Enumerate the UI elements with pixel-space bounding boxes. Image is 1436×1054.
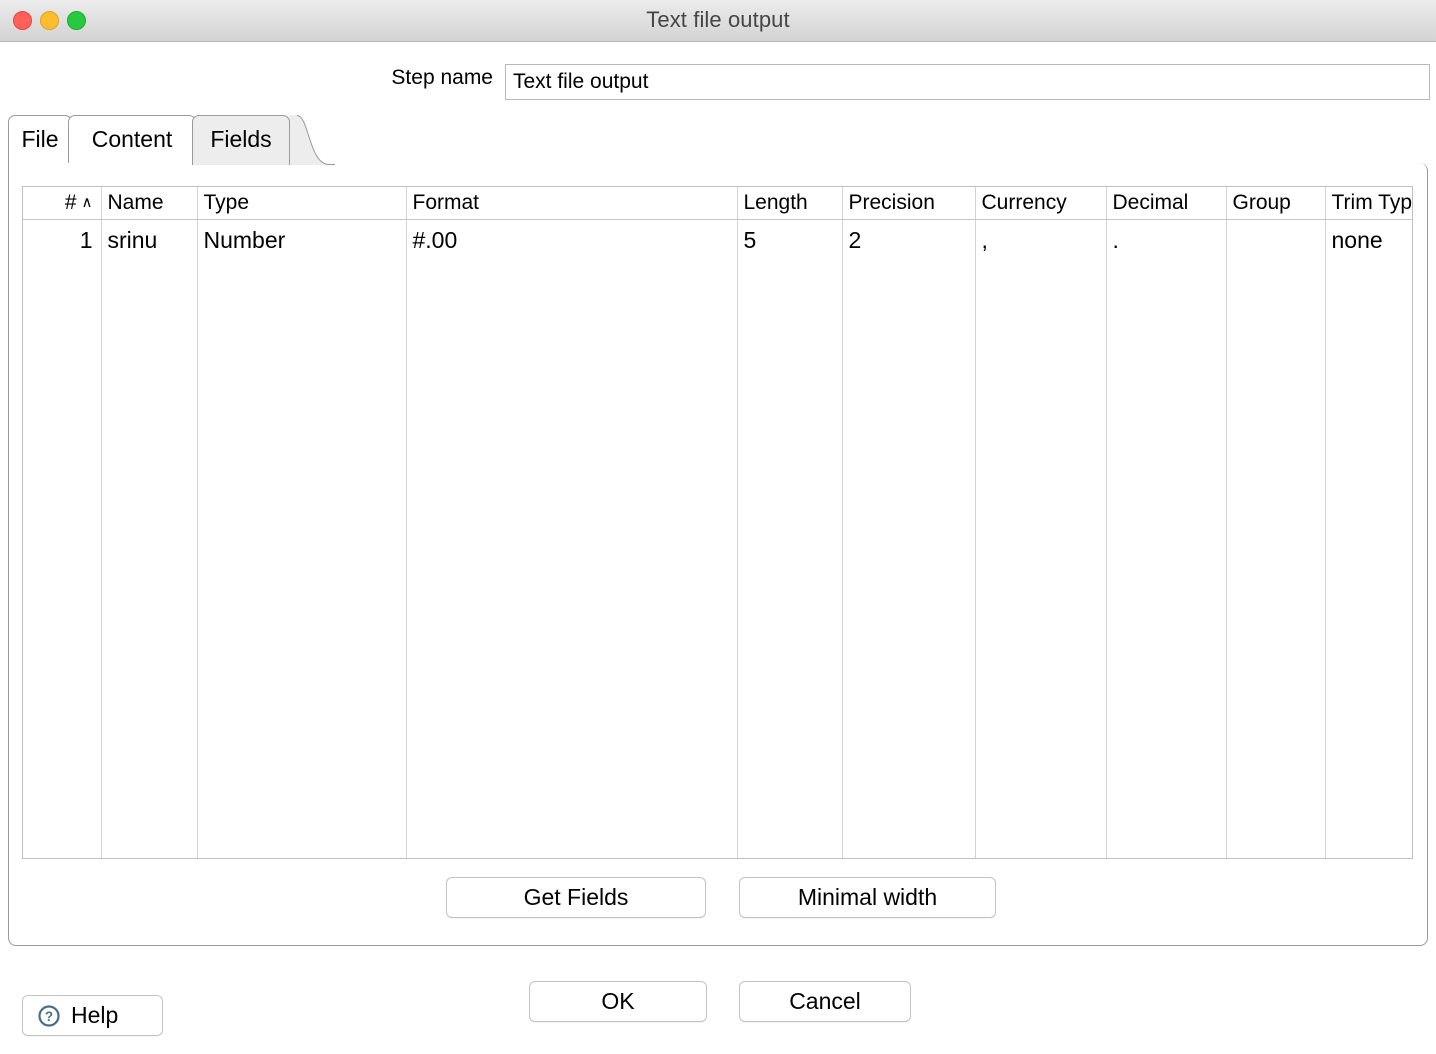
minimal-width-label: Minimal width [798,884,937,911]
cell-currency[interactable]: , [975,220,1106,261]
table-header-row: #∧ Name Type Format Length Precision Cur… [23,187,1413,220]
empty-cell-index [23,260,101,859]
column-header-trim-type[interactable]: Trim Typ [1325,187,1413,220]
ok-label: OK [601,988,634,1015]
cell-group[interactable] [1226,220,1325,261]
column-header-length[interactable]: Length [737,187,842,220]
get-fields-button[interactable]: Get Fields [446,877,706,918]
cell-decimal[interactable]: . [1106,220,1226,261]
column-header-name[interactable]: Name [101,187,197,220]
window-titlebar: Text file output [0,0,1436,42]
table-row[interactable]: 1 srinu Number #.00 5 2 , . none [23,220,1413,261]
tab-strip: File Content Fields [8,115,1428,165]
ok-button[interactable]: OK [529,981,707,1022]
tab-content-label: Content [92,126,173,153]
column-header-index[interactable]: #∧ [23,187,101,220]
column-header-group[interactable]: Group [1226,187,1325,220]
empty-cell-currency [975,260,1106,859]
cell-trim-type[interactable]: none [1325,220,1413,261]
empty-cell-trim-type [1325,260,1413,859]
column-header-index-label: # [65,191,77,214]
tab-fields-label: Fields [210,126,271,153]
table-empty-area[interactable] [23,260,1413,859]
empty-cell-type [197,260,406,859]
column-header-precision[interactable]: Precision [842,187,975,220]
window-title: Text file output [0,7,1436,33]
active-tab-slope-decoration [289,115,335,165]
column-header-type[interactable]: Type [197,187,406,220]
column-header-currency[interactable]: Currency [975,187,1106,220]
tab-file-label: File [21,126,58,153]
sort-ascending-icon: ∧ [82,193,93,211]
empty-cell-decimal [1106,260,1226,859]
tab-file[interactable]: File [8,115,72,165]
cell-type[interactable]: Number [197,220,406,261]
help-button[interactable]: ? Help [22,995,163,1036]
step-name-input[interactable] [505,64,1430,100]
empty-cell-length [737,260,842,859]
tab-content[interactable]: Content [68,115,196,165]
empty-cell-precision [842,260,975,859]
svg-text:?: ? [45,1009,53,1024]
column-header-decimal[interactable]: Decimal [1106,187,1226,220]
minimal-width-button[interactable]: Minimal width [739,877,996,918]
empty-cell-group [1226,260,1325,859]
help-label: Help [71,1002,118,1029]
step-name-label: Step name [360,66,493,90]
question-circle-icon: ? [37,1004,61,1028]
get-fields-label: Get Fields [524,884,629,911]
cell-length[interactable]: 5 [737,220,842,261]
empty-cell-name [101,260,197,859]
cell-name[interactable]: srinu [101,220,197,261]
cell-index[interactable]: 1 [23,220,101,261]
cell-precision[interactable]: 2 [842,220,975,261]
cancel-button[interactable]: Cancel [739,981,911,1022]
cell-format[interactable]: #.00 [406,220,737,261]
empty-cell-format [406,260,737,859]
fields-table[interactable]: #∧ Name Type Format Length Precision Cur… [22,186,1413,859]
tab-fields[interactable]: Fields [192,115,290,165]
cancel-label: Cancel [789,988,861,1015]
column-header-format[interactable]: Format [406,187,737,220]
